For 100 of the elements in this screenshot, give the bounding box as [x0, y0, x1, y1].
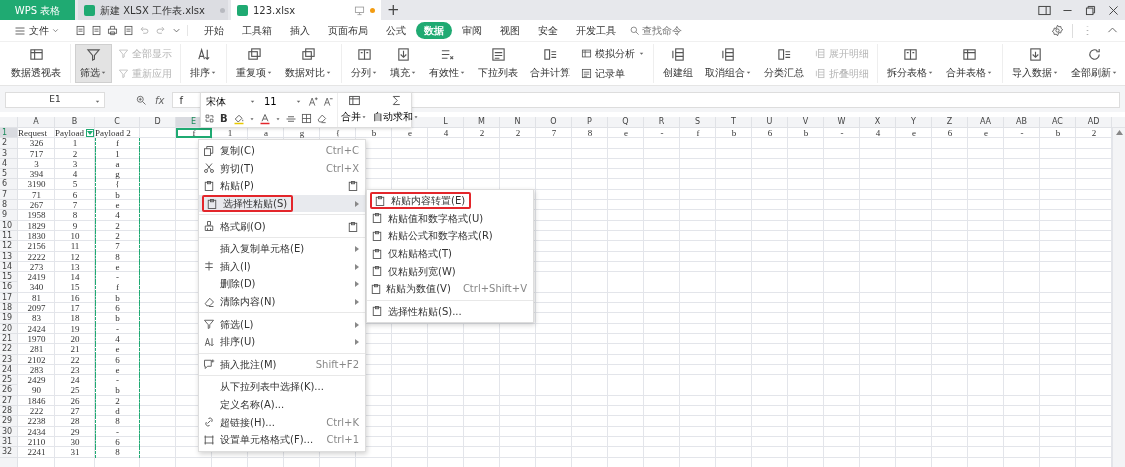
column-header[interactable]: A [18, 117, 55, 127]
ribbon-button[interactable]: 下拉列表 [473, 44, 523, 83]
column-header[interactable]: B [55, 117, 95, 127]
row-header[interactable]: 6 [0, 179, 17, 190]
menu-item[interactable]: 插入(I) [199, 257, 365, 276]
ribbon-button[interactable]: 拆分表格 [882, 44, 939, 83]
column-header[interactable]: AA [968, 117, 1004, 127]
settings-icon[interactable] [1051, 24, 1064, 37]
row-header[interactable]: 19 [0, 313, 17, 324]
menu-item[interactable]: 粘贴公式和数字格式(R) [367, 227, 533, 245]
document-icon[interactable] [91, 25, 102, 36]
menu-item[interactable]: 选择性粘贴(S)... [367, 302, 533, 321]
row-header[interactable]: 14 [0, 261, 17, 273]
row-header[interactable]: 26 [0, 385, 17, 396]
scrollbar[interactable] [1112, 128, 1125, 467]
row-header[interactable]: 13 [0, 251, 17, 262]
bold-button[interactable]: B [219, 111, 229, 126]
eraser-icon[interactable] [315, 113, 327, 124]
ribbon-button[interactable]: 创建组 [658, 44, 698, 83]
menu-item[interactable]: 仅粘贴列宽(W) [367, 262, 533, 280]
row-header[interactable]: 21 [0, 333, 17, 345]
menu-item[interactable]: 清除内容(N) [199, 292, 365, 311]
row-header[interactable]: 7 [0, 189, 17, 201]
ribbon-button[interactable]: 记录单 [577, 64, 649, 82]
column-header[interactable]: O [536, 117, 572, 127]
row-header[interactable]: 29 [0, 416, 17, 427]
ribbon-tab[interactable]: 审阅 [454, 22, 490, 39]
ribbon-button[interactable]: 有效性 [424, 44, 471, 83]
row-header[interactable]: 20 [0, 323, 17, 334]
menu-item[interactable]: 剪切(T) Ctrl+X [199, 159, 365, 178]
column-header[interactable]: P [572, 117, 608, 127]
menu-item[interactable]: 从下拉列表中选择(K)... [199, 378, 365, 396]
filter-dropdown-button[interactable] [86, 129, 94, 137]
border-icon[interactable] [300, 113, 312, 124]
menu-item[interactable]: 设置单元格格式(F)... Ctrl+1 [199, 430, 365, 449]
font-size-dropdown[interactable]: 11 [262, 94, 304, 109]
ribbon-button[interactable]: 排序 [185, 44, 222, 83]
column-header[interactable]: Z [932, 117, 968, 127]
scroll-up-icon[interactable] [1115, 130, 1123, 135]
row-header[interactable]: 10 [0, 220, 17, 231]
menu-item[interactable]: 排序(U) [199, 332, 365, 351]
ribbon-tab[interactable]: 开始 [196, 22, 232, 39]
row-header[interactable]: 32 [0, 447, 17, 458]
menu-item[interactable]: 粘贴(P) [199, 177, 365, 195]
ribbon-tab[interactable]: 插入 [282, 22, 318, 39]
row-header[interactable]: 8 [0, 200, 17, 211]
menu-item[interactable]: 定义名称(A)... [199, 395, 365, 414]
zoom-icon[interactable] [135, 94, 147, 106]
caret-icon[interactable] [94, 98, 101, 105]
menu-item[interactable]: 粘贴值和数字格式(U) [367, 209, 533, 228]
ribbon-tab[interactable]: 安全 [530, 22, 566, 39]
row-header[interactable]: 23 [0, 354, 17, 365]
column-header[interactable]: C [95, 117, 140, 127]
menu-item[interactable]: 仅粘贴格式(T) [367, 244, 533, 263]
row-header[interactable]: 16 [0, 282, 17, 293]
ribbon-tab[interactable]: 公式 [378, 22, 414, 39]
row-header[interactable]: 15 [0, 272, 17, 283]
ribbon-button[interactable]: 合并表格 [941, 44, 998, 83]
column-header[interactable]: AD [1076, 117, 1112, 127]
row-header[interactable]: 27 [0, 395, 17, 406]
row-header[interactable]: 4 [0, 158, 17, 170]
menu-item[interactable]: 筛选(L) [199, 315, 365, 333]
menu-item[interactable]: 删除(D) [199, 275, 365, 293]
file-menu[interactable]: 文件 [6, 22, 68, 39]
menu-item[interactable]: 选择性粘贴(S) [199, 194, 365, 213]
dual-screen-icon[interactable] [1038, 3, 1051, 17]
document-tab[interactable]: 新建 XLSX 工作表.xlsx [78, 0, 228, 20]
font-size-decrease-icon[interactable] [323, 96, 334, 107]
row-header[interactable]: 11 [0, 230, 17, 242]
column-header[interactable]: R [644, 117, 680, 127]
menu-item[interactable]: 复制(C) Ctrl+C [199, 142, 365, 160]
menu-item[interactable]: 粘贴为数值(V) Ctrl+Shift+V [367, 279, 533, 298]
convert-icon[interactable] [204, 113, 215, 124]
document-icon[interactable] [123, 25, 134, 36]
column-header[interactable]: V [788, 117, 824, 127]
font-size-increase-icon[interactable] [308, 96, 319, 107]
ribbon-button[interactable]: 合并计算 [525, 44, 575, 83]
ribbon-tab[interactable]: 工具箱 [234, 22, 280, 39]
row-header[interactable]: 9 [0, 210, 17, 221]
menu-item[interactable]: 格式刷(O) [199, 217, 365, 235]
ribbon-button[interactable]: 分列 [346, 44, 383, 83]
ribbon-button[interactable]: 取消组合 [700, 44, 757, 83]
row-header[interactable]: 18 [0, 303, 17, 314]
ribbon-button[interactable]: 重复项 [231, 44, 278, 83]
menu-item[interactable]: 超链接(H)... Ctrl+K [199, 413, 365, 431]
ribbon-button[interactable]: 数据透视表 [6, 44, 66, 83]
row-header[interactable]: 3 [0, 148, 17, 159]
caret-icon[interactable] [274, 115, 281, 122]
font-color-icon[interactable] [258, 112, 271, 125]
document-icon[interactable] [75, 25, 86, 36]
menu-item[interactable]: 插入批注(M) Shift+F2 [199, 355, 365, 374]
column-header[interactable]: Q [608, 117, 644, 127]
printer-icon[interactable] [107, 25, 118, 36]
ribbon-button[interactable]: 分类汇总 [759, 44, 809, 83]
column-header[interactable]: T [716, 117, 752, 127]
ribbon-button[interactable]: 数据对比 [280, 44, 337, 83]
ribbon-tab[interactable]: 视图 [492, 22, 528, 39]
ribbon-tab[interactable]: 开发工具 [568, 22, 624, 39]
row-header[interactable]: 5 [0, 169, 17, 180]
document-tab[interactable]: 123.xlsx [231, 0, 381, 20]
